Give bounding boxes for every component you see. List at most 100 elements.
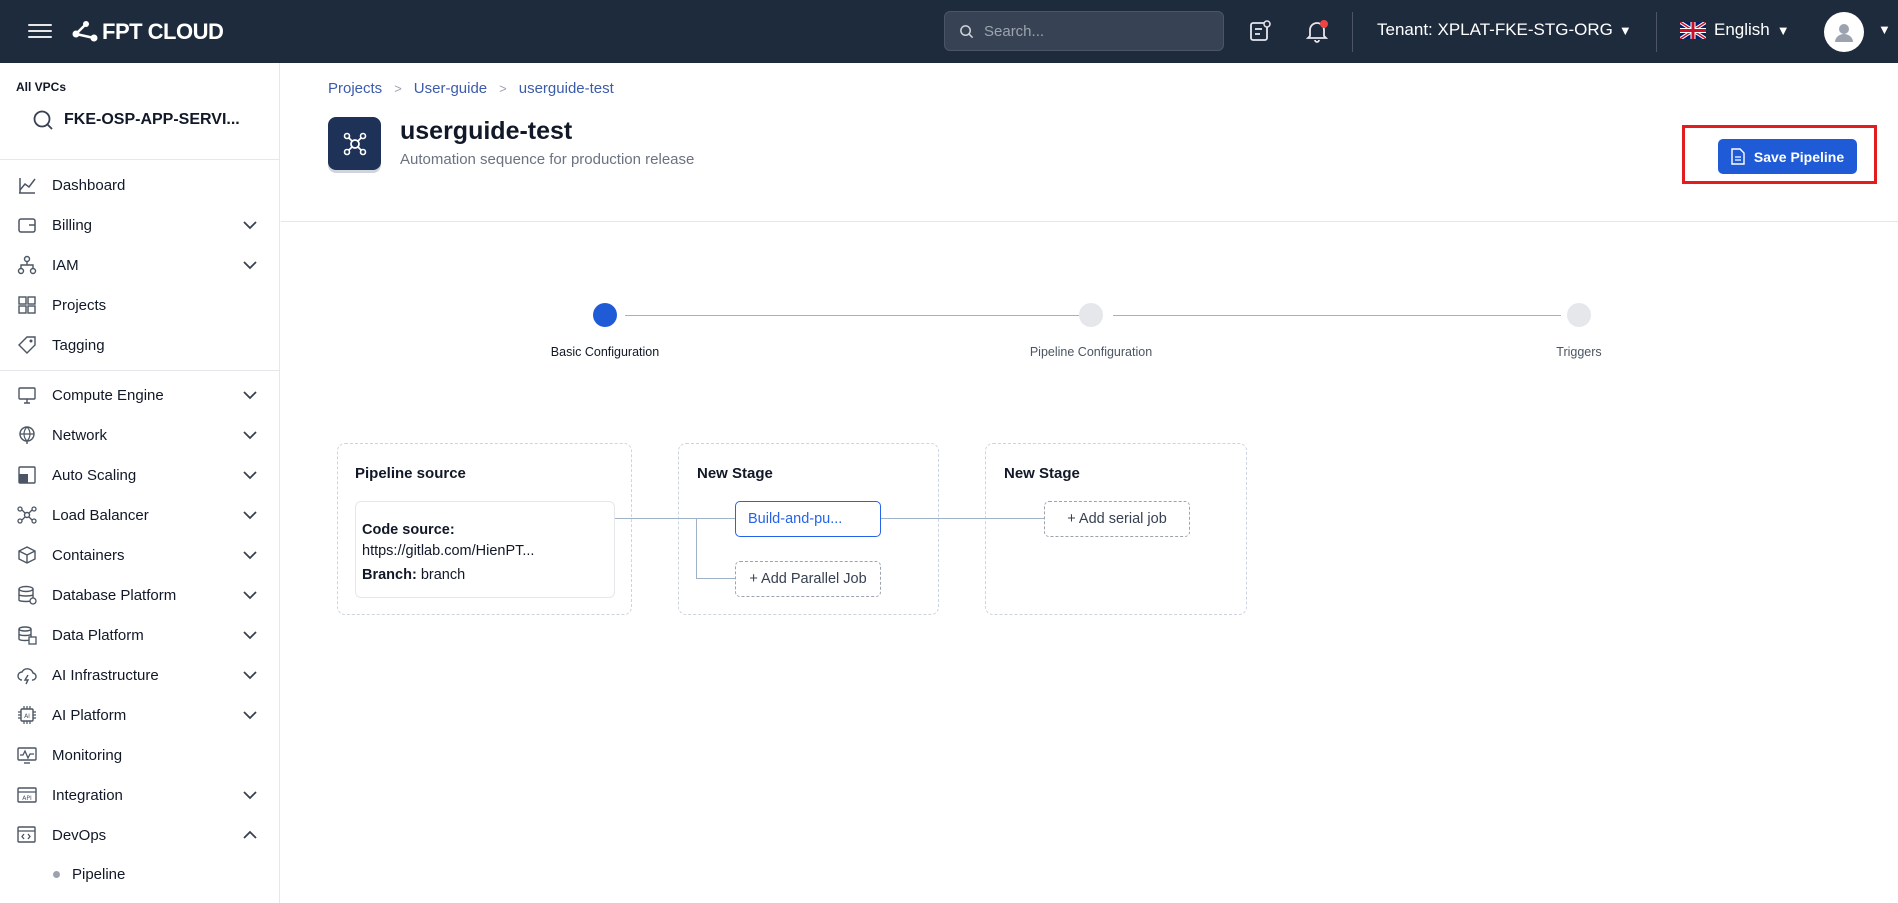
monitor-icon xyxy=(16,384,38,406)
connector-line xyxy=(696,578,735,579)
sidebar-item-devops[interactable]: DevOps xyxy=(0,817,280,853)
search-box[interactable] xyxy=(944,11,1224,51)
logo[interactable]: FPT CLOUD xyxy=(72,19,224,45)
sidebar-item-label: AI Infrastructure xyxy=(52,666,159,684)
sidebar-item-dashboard[interactable]: Dashboard xyxy=(0,167,280,203)
svg-text:AI: AI xyxy=(24,713,30,720)
search-input[interactable] xyxy=(984,22,1214,40)
divider xyxy=(1656,12,1657,52)
sidebar-item-label: AI Platform xyxy=(52,706,127,724)
page-title: userguide-test xyxy=(400,117,573,145)
save-pipeline-button[interactable]: Save Pipeline xyxy=(1718,139,1857,174)
document-icon xyxy=(1731,148,1745,165)
breadcrumb-user-guide[interactable]: User-guide xyxy=(414,80,487,97)
breadcrumb-current[interactable]: userguide-test xyxy=(519,80,614,97)
sidebar-item-compute-engine[interactable]: Compute Engine xyxy=(0,377,280,413)
divider xyxy=(281,221,1898,222)
language-selector[interactable]: English ▼ xyxy=(1680,20,1790,40)
sidebar-item-integration[interactable]: API Integration xyxy=(0,777,280,813)
sidebar-item-label: Monitoring xyxy=(52,746,123,764)
caret-down-icon[interactable]: ▼ xyxy=(1878,22,1891,37)
sidebar-item-projects[interactable]: Projects xyxy=(0,287,280,323)
job-build-and-push[interactable]: Build-and-pu... xyxy=(735,501,881,537)
branch-label: Branch: xyxy=(362,567,417,583)
sidebar-item-iam[interactable]: IAM xyxy=(0,247,280,283)
sidebar-item-auto-scaling[interactable]: Auto Scaling xyxy=(0,457,280,493)
stage-title: New Stage xyxy=(1004,465,1080,482)
breadcrumb-projects[interactable]: Projects xyxy=(328,80,382,97)
sidebar-item-ai-platform[interactable]: AI AI Platform xyxy=(0,697,280,733)
step-pipeline-configuration[interactable] xyxy=(1079,303,1103,327)
sidebar-item-database-platform[interactable]: Database Platform xyxy=(0,577,280,613)
cube-icon xyxy=(16,544,38,566)
chevron-down-icon xyxy=(243,431,257,440)
chevron-down-icon xyxy=(243,261,257,270)
search-icon xyxy=(960,24,974,38)
sidebar-item-tagging[interactable]: Tagging xyxy=(0,327,280,363)
save-pipeline-label: Save Pipeline xyxy=(1753,148,1845,165)
database-icon xyxy=(16,584,38,606)
sidebar-item-billing[interactable]: Billing xyxy=(0,207,280,243)
logo-mark-icon xyxy=(72,21,98,42)
caret-down-icon: ▼ xyxy=(1618,22,1632,38)
language-label: English xyxy=(1714,20,1770,39)
divider xyxy=(1352,12,1353,52)
add-parallel-job-button[interactable]: + Add Parallel Job xyxy=(735,561,881,597)
org-chart-icon xyxy=(16,254,38,276)
chevron-down-icon xyxy=(243,511,257,520)
vpc-selector[interactable]: FKE-OSP-APP-SERVI... xyxy=(32,109,240,131)
pulse-monitor-icon xyxy=(16,744,38,766)
sidebar: All VPCs FKE-OSP-APP-SERVI... Dashboard … xyxy=(0,63,280,903)
step-triggers[interactable] xyxy=(1567,303,1591,327)
code-source-value: https://gitlab.com/HienPT... xyxy=(362,543,535,559)
avatar[interactable] xyxy=(1824,12,1864,52)
step-connector xyxy=(625,315,1084,316)
code-source-label: Code source: xyxy=(362,522,455,538)
sidebar-item-label: DevOps xyxy=(52,826,107,844)
chevron-down-icon xyxy=(243,221,257,230)
task-list-icon[interactable] xyxy=(1247,18,1273,44)
chevron-down-icon xyxy=(243,711,257,720)
breadcrumb: Projects > User-guide > userguide-test xyxy=(328,80,614,97)
code-window-icon xyxy=(16,824,38,846)
sidebar-item-data-platform[interactable]: Data Platform xyxy=(0,617,280,653)
cloud-bolt-icon xyxy=(16,664,38,686)
chevron-down-icon xyxy=(243,551,257,560)
connector-line xyxy=(881,518,1044,519)
tenant-selector[interactable]: Tenant: XPLAT-FKE-STG-ORG ▼ xyxy=(1377,20,1632,40)
connector-line xyxy=(615,518,735,519)
chevron-up-icon xyxy=(243,830,257,839)
sidebar-item-containers[interactable]: Containers xyxy=(0,537,280,573)
vpc-label: All VPCs xyxy=(16,80,67,94)
sidebar-subitem-pipeline[interactable]: Pipeline xyxy=(0,858,280,890)
step-label: Basic Configuration xyxy=(550,345,660,359)
bell-icon[interactable] xyxy=(1304,18,1330,44)
step-basic-configuration[interactable] xyxy=(593,303,617,327)
sidebar-item-label: IAM xyxy=(52,256,79,274)
tenant-label: Tenant: xyxy=(1377,20,1433,39)
code-source-card[interactable]: Code source: https://gitlab.com/HienPT..… xyxy=(355,501,615,598)
logo-text: FPT CLOUD xyxy=(102,19,224,44)
sidebar-item-label: Projects xyxy=(52,296,107,314)
tenant-value: XPLAT-FKE-STG-ORG xyxy=(1437,20,1613,39)
uk-flag-icon xyxy=(1680,21,1706,39)
add-serial-job-button[interactable]: + Add serial job xyxy=(1044,501,1190,537)
sidebar-item-label: Auto Scaling xyxy=(52,466,137,484)
sidebar-item-ai-infrastructure[interactable]: AI Infrastructure xyxy=(0,657,280,693)
vpc-value: FKE-OSP-APP-SERVI... xyxy=(64,111,240,128)
step-label: Pipeline Configuration xyxy=(1029,345,1153,359)
sidebar-item-monitoring[interactable]: Monitoring xyxy=(0,737,280,773)
sidebar-item-network[interactable]: Network xyxy=(0,417,280,453)
data-stack-icon xyxy=(16,624,38,646)
stage-title: New Stage xyxy=(697,465,773,482)
menu-icon[interactable] xyxy=(28,20,52,42)
divider xyxy=(0,159,280,160)
grid-icon xyxy=(16,294,38,316)
sidebar-item-load-balancer[interactable]: Load Balancer xyxy=(0,497,280,533)
branch-value: branch xyxy=(420,567,466,583)
chevron-right-icon: > xyxy=(394,81,402,96)
sidebar-item-label: Load Balancer xyxy=(52,506,149,524)
pipeline-source-title: Pipeline source xyxy=(355,465,466,482)
sidebar-item-label: Compute Engine xyxy=(52,386,164,404)
ai-chip-icon: AI xyxy=(16,704,38,726)
